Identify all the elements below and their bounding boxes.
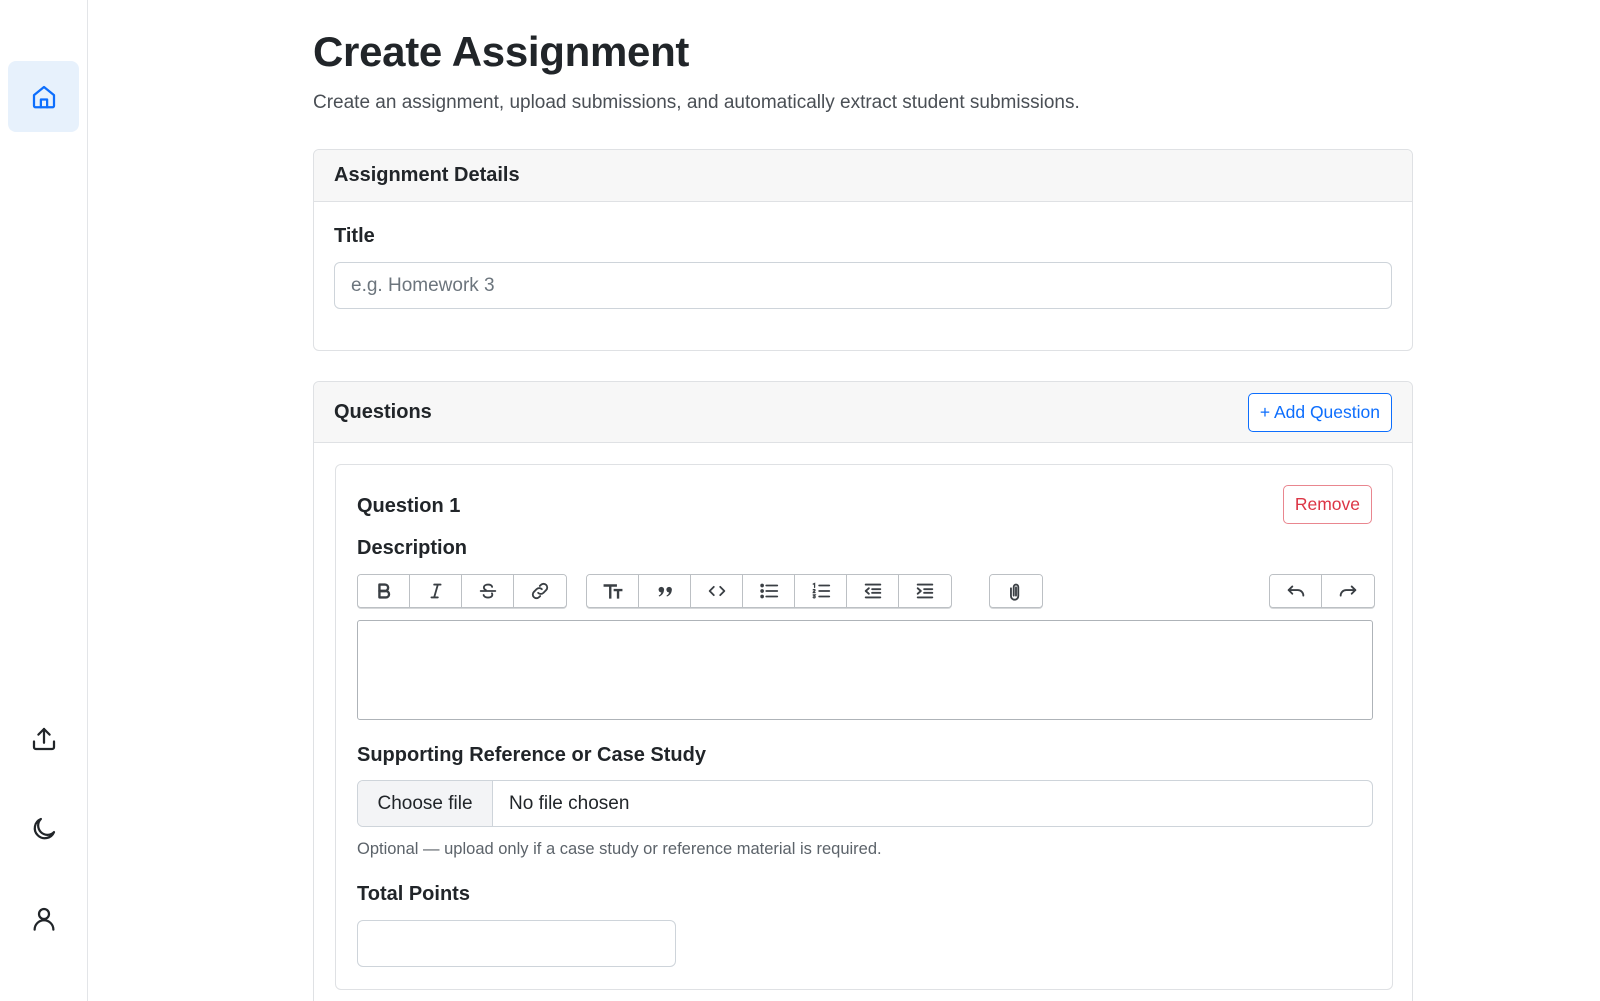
page-title: Create Assignment [313, 28, 690, 75]
indent-button[interactable] [899, 575, 951, 607]
sidebar-item-profile[interactable] [8, 883, 79, 954]
sidebar [0, 0, 88, 1001]
link-button[interactable] [514, 575, 566, 607]
section-title: Assignment Details [334, 164, 520, 186]
numbered-list-icon [812, 582, 830, 599]
sidebar-item-home[interactable] [8, 61, 79, 132]
attach-button[interactable] [990, 575, 1042, 607]
choose-file-button[interactable]: Choose file [358, 781, 493, 826]
assignment-details-card: Assignment Details Title [313, 149, 1413, 351]
reference-help-text: Optional — upload only if a case study o… [357, 840, 882, 858]
bold-button[interactable] [358, 575, 410, 607]
numbered-list-button[interactable] [795, 575, 847, 607]
quote-button[interactable] [639, 575, 691, 607]
toolbar-group-history [1269, 574, 1375, 608]
heading-icon [603, 584, 622, 599]
remove-question-button[interactable]: Remove [1282, 485, 1372, 524]
heading-button[interactable] [587, 575, 639, 607]
file-status: No file chosen [509, 792, 630, 814]
attach-icon [1010, 583, 1020, 601]
editor-toolbar [357, 574, 1375, 608]
question-title: Question 1 [357, 495, 461, 517]
add-question-button[interactable]: + Add Question [1247, 392, 1392, 432]
page-subtitle: Create an assignment, upload submissions… [313, 92, 1080, 113]
outdent-icon [864, 583, 881, 599]
assignment-details-header: Assignment Details [314, 150, 1412, 202]
bullet-list-button[interactable] [743, 575, 795, 607]
toolbar-group-attach [989, 574, 1043, 608]
undo-button[interactable] [1270, 575, 1322, 607]
outdent-button[interactable] [847, 575, 899, 607]
title-input[interactable] [334, 262, 1392, 309]
code-icon [708, 585, 725, 597]
redo-icon [1339, 585, 1357, 597]
upload-icon [32, 727, 55, 750]
total-points-input[interactable] [357, 920, 676, 967]
questions-card: Questions + Add Question Question 1 Remo… [313, 381, 1413, 1001]
description-label: Description [357, 537, 468, 559]
user-icon [33, 907, 54, 931]
questions-header: Questions + Add Question [314, 382, 1412, 443]
bold-icon [377, 583, 390, 599]
strikethrough-icon [479, 583, 496, 599]
toolbar-group-text [357, 574, 567, 608]
bullet-list-icon [759, 583, 778, 599]
toolbar-group-block [586, 574, 952, 608]
link-icon [531, 582, 549, 600]
strikethrough-button[interactable] [462, 575, 514, 607]
italic-button[interactable] [410, 575, 462, 607]
home-icon [32, 85, 55, 108]
total-points-label: Total Points [357, 883, 470, 905]
quote-icon [658, 586, 672, 597]
sidebar-item-theme[interactable] [8, 793, 79, 864]
title-label: Title [334, 225, 375, 247]
reference-file-input[interactable]: Choose file No file chosen [357, 780, 1373, 827]
italic-icon [430, 583, 441, 599]
description-editor[interactable] [357, 620, 1373, 720]
moon-icon [33, 817, 55, 839]
sidebar-item-upload[interactable] [8, 703, 79, 774]
indent-icon [916, 583, 934, 599]
code-button[interactable] [691, 575, 743, 607]
section-title: Questions [334, 400, 432, 423]
question-card: Question 1 Remove Description Supporting… [335, 464, 1393, 990]
redo-button[interactable] [1322, 575, 1374, 607]
reference-label: Supporting Reference or Case Study [357, 744, 706, 766]
undo-icon [1287, 585, 1304, 597]
